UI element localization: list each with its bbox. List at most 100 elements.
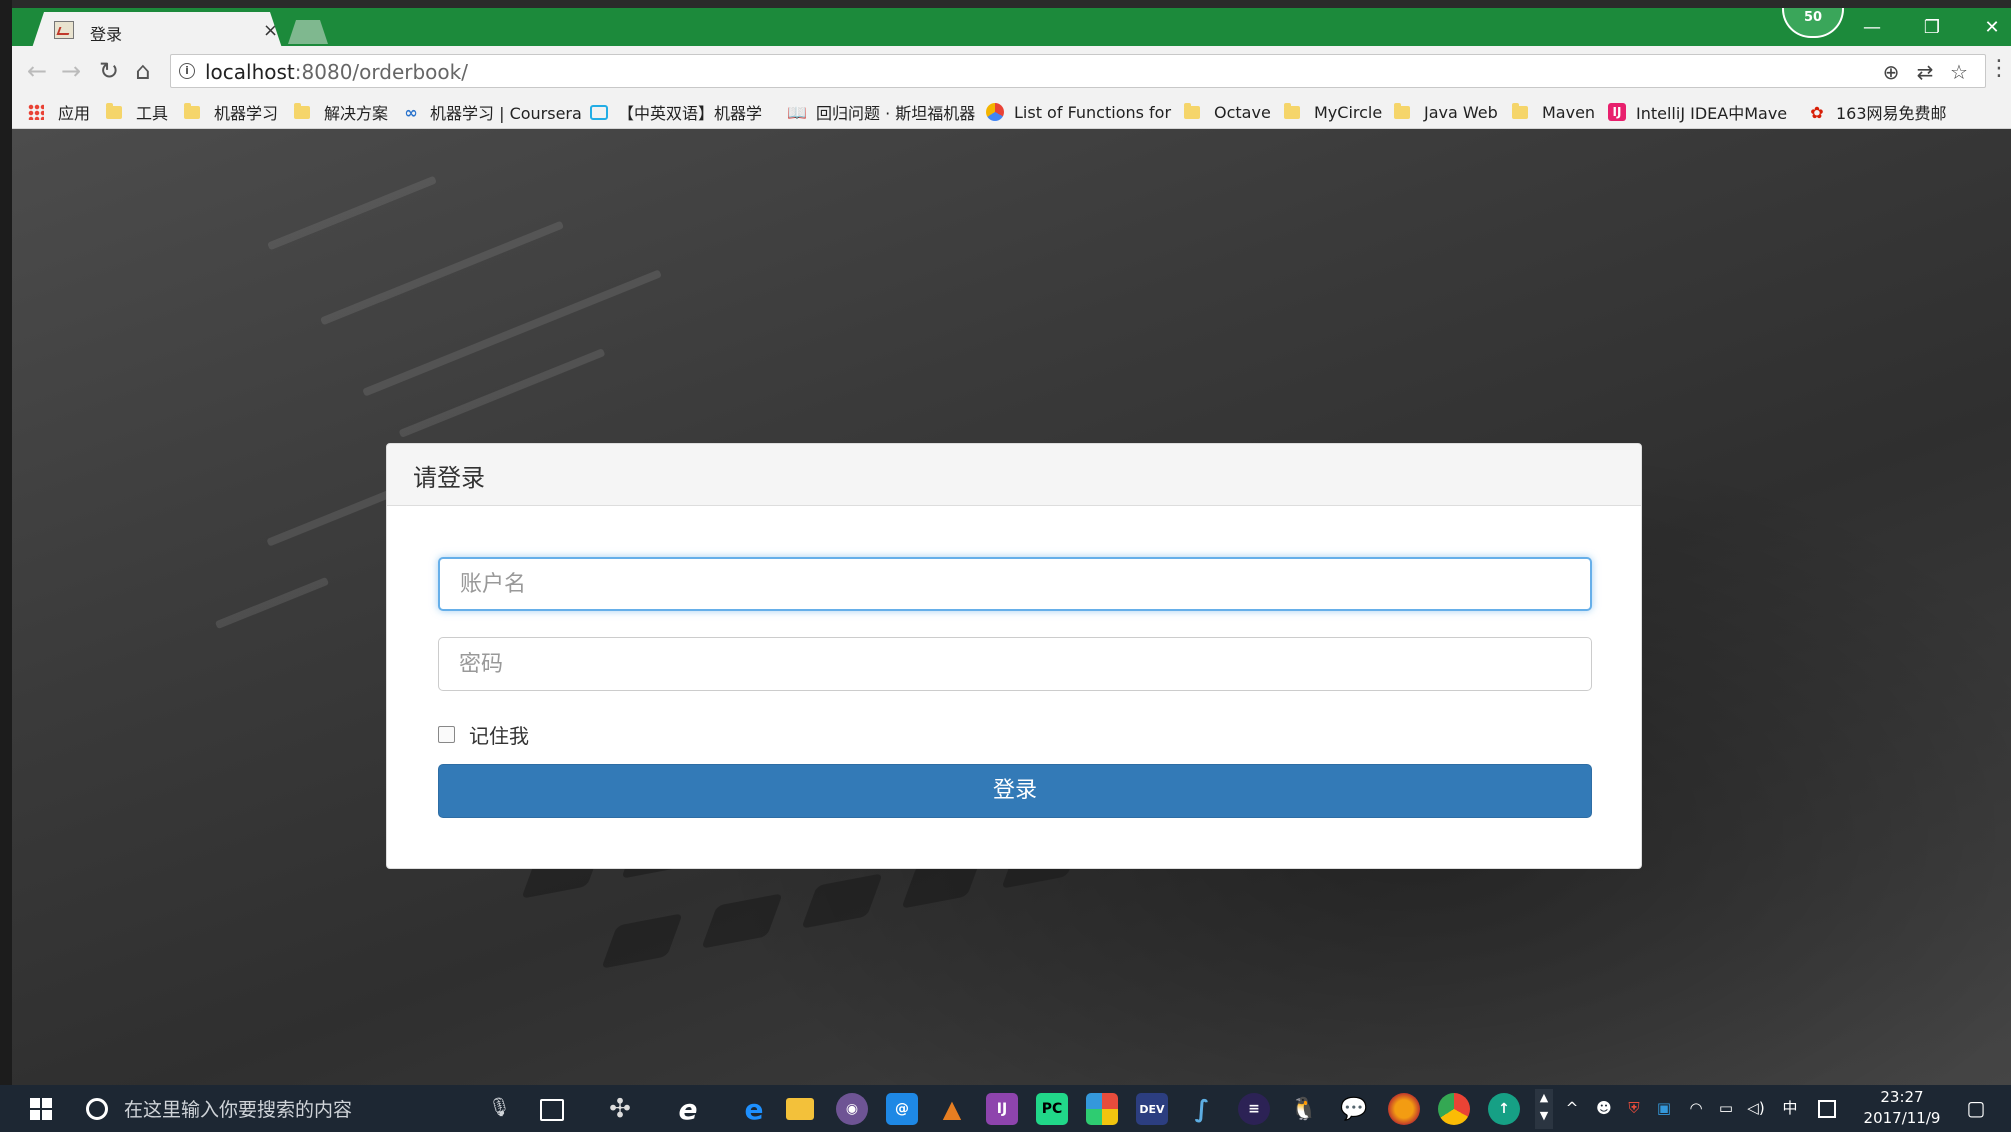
action-center-icon[interactable]: ▢ [1966,1098,1986,1118]
intellij-taskbar-icon[interactable]: IJ [986,1093,1018,1125]
tab-close-icon[interactable]: × [263,20,278,41]
windows-taskbar: 在这里输入你要搜索的内容 🎙 ✣ e e ◉ @ ▲ IJ PC DEV ∫ ≡… [0,1085,2011,1132]
translate-icon[interactable]: ⇄ [1913,60,1937,84]
page-background: 请登录 记住我 登录 [12,129,2011,1085]
coursera-icon: ∞ [404,102,418,122]
remember-me-checkbox[interactable] [438,726,455,743]
background-decoration [214,576,330,630]
folder-icon [106,102,122,119]
cortana-icon[interactable] [86,1097,108,1120]
background-decoration [601,913,683,969]
forward-arrow-icon[interactable]: → [56,56,86,86]
show-hidden-icons[interactable]: ^ [1562,1098,1582,1118]
security-shield-icon[interactable]: ⛨ [1624,1098,1644,1118]
volume-icon[interactable]: ◁) [1746,1098,1766,1118]
info-icon[interactable]: i [179,63,195,79]
battery-icon[interactable]: ▭ [1716,1098,1736,1118]
address-bar[interactable]: i localhost:8080/orderbook/ ⊕ ⇄ ☆ [170,54,1986,88]
internet-explorer-icon[interactable]: e [672,1093,704,1126]
bookmark-coursera[interactable]: ∞ 机器学习 | Coursera [402,100,581,124]
bookmark-apps[interactable]: 应用 [28,100,90,124]
upload-app-icon[interactable]: ↑ [1488,1093,1520,1125]
matlab-icon[interactable]: ▲ [936,1093,968,1125]
eclipse-icon[interactable]: ≡ [1238,1093,1270,1125]
background-decoration [701,893,783,949]
netease-mail-icon: ✿ [1810,102,1824,122]
tray-app-icon[interactable] [1818,1100,1836,1118]
login-submit-button[interactable]: 登录 [438,764,1592,818]
notification-badge[interactable]: 50 [1782,8,1844,38]
microphone-icon[interactable]: 🎙 [488,1097,511,1118]
close-window-button[interactable]: ✕ [1972,16,2011,40]
bookmark-star-icon[interactable]: ☆ [1947,60,1971,84]
windows-start-icon[interactable] [30,1098,52,1120]
qq-icon[interactable]: 🐧 [1288,1093,1320,1125]
pycharm-icon[interactable]: PC [1036,1093,1068,1125]
book-icon: 📖 [787,102,807,122]
tray-app-icon[interactable]: ☻ [1594,1098,1614,1118]
login-heading: 请登录 [413,464,485,492]
chrome-icon[interactable] [1438,1093,1470,1125]
taskbar-search-box[interactable]: 在这里输入你要搜索的内容 🎙 [78,1089,518,1128]
bookmark-intellij[interactable]: IJ IntelliJ IDEA中Mave [1608,100,1787,124]
favicon-icon [54,21,74,39]
bookmark-tools[interactable]: 工具 [106,100,168,124]
background-decoration [267,175,437,251]
clock-time[interactable]: 23:27 [1862,1088,1942,1106]
remember-me-toggle[interactable]: 记住我 [438,720,529,749]
bookmark-maven[interactable]: Maven [1512,100,1595,124]
bookmark-octave-functions[interactable]: List of Functions for [986,100,1171,124]
folder-icon [1394,102,1410,119]
remember-me-label: 记住我 [469,724,529,748]
tab-login[interactable]: 登录 × [32,12,282,48]
tray-app-icon[interactable]: ▣ [1654,1098,1674,1118]
tab-title: 登录 [90,25,123,44]
login-panel: 请登录 记住我 登录 [386,443,1642,869]
edge-icon[interactable]: e [738,1093,770,1126]
github-icon[interactable]: ◉ [836,1093,868,1125]
back-arrow-icon[interactable]: ← [22,56,52,86]
bookmark-bilibili[interactable]: 【中英双语】机器学 [590,100,762,124]
bilibili-icon [590,104,608,120]
scroll-arrows-icon[interactable]: ▲ ▼ [1535,1089,1553,1129]
new-tab-button[interactable] [288,20,328,44]
sublime-icon[interactable]: ∫ [1186,1093,1218,1125]
folder-icon [294,102,310,119]
clock-date[interactable]: 2017/11/9 [1856,1109,1948,1127]
reload-icon[interactable]: ↻ [94,56,124,86]
task-view-icon[interactable] [540,1099,564,1121]
bookmark-octave[interactable]: Octave [1184,100,1271,124]
browser-toolbar: ← → ↻ ⌂ i localhost:8080/orderbook/ ⊕ ⇄ … [12,46,2011,96]
wifi-icon[interactable]: ◠ [1686,1098,1706,1118]
ime-indicator[interactable]: 中 [1780,1098,1800,1118]
restore-button[interactable]: ❐ [1912,16,1952,40]
taskbar-search-placeholder: 在这里输入你要搜索的内容 [124,1099,353,1121]
winrar-icon[interactable] [1086,1093,1118,1125]
url-text[interactable]: localhost:8080/orderbook/ [205,60,468,84]
browser-app-icon[interactable]: @ [886,1093,918,1125]
browser-menu-icon[interactable]: ⋮ [1988,56,2010,86]
bookmark-mycircle[interactable]: MyCircle [1284,100,1382,124]
wechat-icon[interactable]: 💬 [1338,1093,1370,1125]
folder-icon [1284,102,1300,119]
password-input[interactable] [438,637,1592,691]
minimize-button[interactable]: — [1852,16,1892,40]
browser-tab-bar: 登录 × 50 — ❐ ✕ [12,8,2011,48]
home-icon[interactable]: ⌂ [128,56,158,86]
dev-cpp-icon[interactable]: DEV [1136,1093,1168,1125]
file-explorer-icon[interactable] [786,1098,814,1120]
zoom-icon[interactable]: ⊕ [1879,60,1903,84]
intellij-icon: IJ [1608,103,1626,121]
bookmark-solutions[interactable]: 解决方案 [294,100,388,124]
octave-icon [986,103,1004,121]
firefox-icon[interactable] [1388,1093,1420,1125]
background-decoration [801,873,883,929]
bookmark-java-web[interactable]: Java Web [1394,100,1498,124]
bookmarks-bar: 应用 工具 机器学习 解决方案 ∞ 机器学习 | Coursera 【中英双语】机… [12,96,2011,129]
pinwheel-app-icon[interactable]: ✣ [604,1093,636,1125]
bookmark-regression[interactable]: 📖 回归问题 · 斯坦福机器 [787,100,975,124]
username-input[interactable] [438,557,1592,611]
bookmark-163-mail[interactable]: ✿ 163网易免费邮 [1808,100,1946,124]
background-decoration [319,220,565,326]
bookmark-ml[interactable]: 机器学习 [184,100,278,124]
